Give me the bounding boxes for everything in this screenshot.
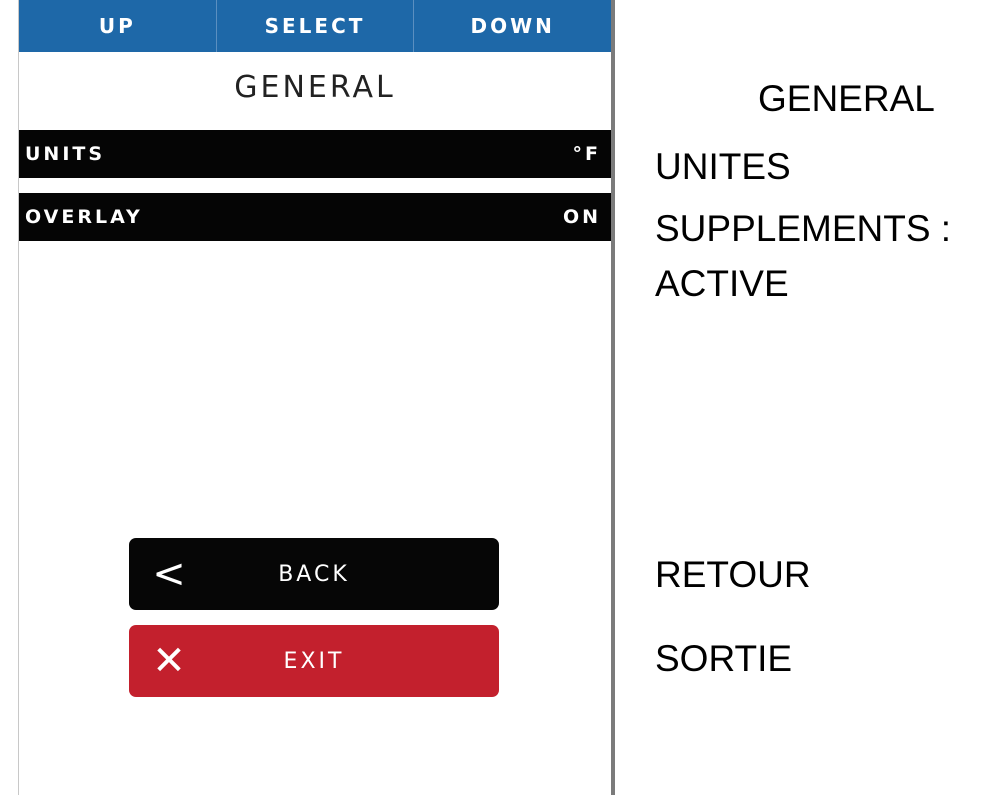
- up-button[interactable]: UP: [19, 0, 217, 52]
- units-value: °F: [572, 143, 601, 165]
- select-button[interactable]: SELECT: [217, 0, 415, 52]
- settings-row-units[interactable]: UNITS °F: [19, 130, 611, 178]
- units-label: UNITS: [25, 143, 106, 165]
- chevron-left-icon: <: [152, 551, 186, 597]
- translation-exit: SORTIE: [655, 638, 793, 679]
- screen-title: GENERAL: [234, 70, 396, 105]
- translation-title: GENERAL: [758, 78, 935, 119]
- down-button[interactable]: DOWN: [414, 0, 611, 52]
- device-screen: UP SELECT DOWN GENERAL UNITS °F OVERLAY …: [18, 0, 615, 795]
- translation-units: UNITES: [655, 146, 791, 187]
- translation-overlay: SUPPLEMENTS : ACTIVE: [655, 201, 951, 311]
- translation-overlay-line2: ACTIVE: [655, 263, 789, 304]
- top-nav-bar: UP SELECT DOWN: [19, 0, 611, 52]
- overlay-label: OVERLAY: [25, 206, 143, 228]
- back-button-label: BACK: [278, 561, 350, 587]
- settings-row-overlay[interactable]: OVERLAY ON: [19, 193, 611, 241]
- overlay-value: ON: [562, 206, 601, 228]
- translation-back: RETOUR: [655, 554, 811, 595]
- back-button[interactable]: < BACK: [129, 538, 499, 610]
- exit-button[interactable]: ✕ EXIT: [129, 625, 499, 697]
- exit-button-label: EXIT: [283, 648, 345, 674]
- translation-overlay-line1: SUPPLEMENTS :: [655, 208, 952, 249]
- close-icon: ✕: [152, 638, 186, 684]
